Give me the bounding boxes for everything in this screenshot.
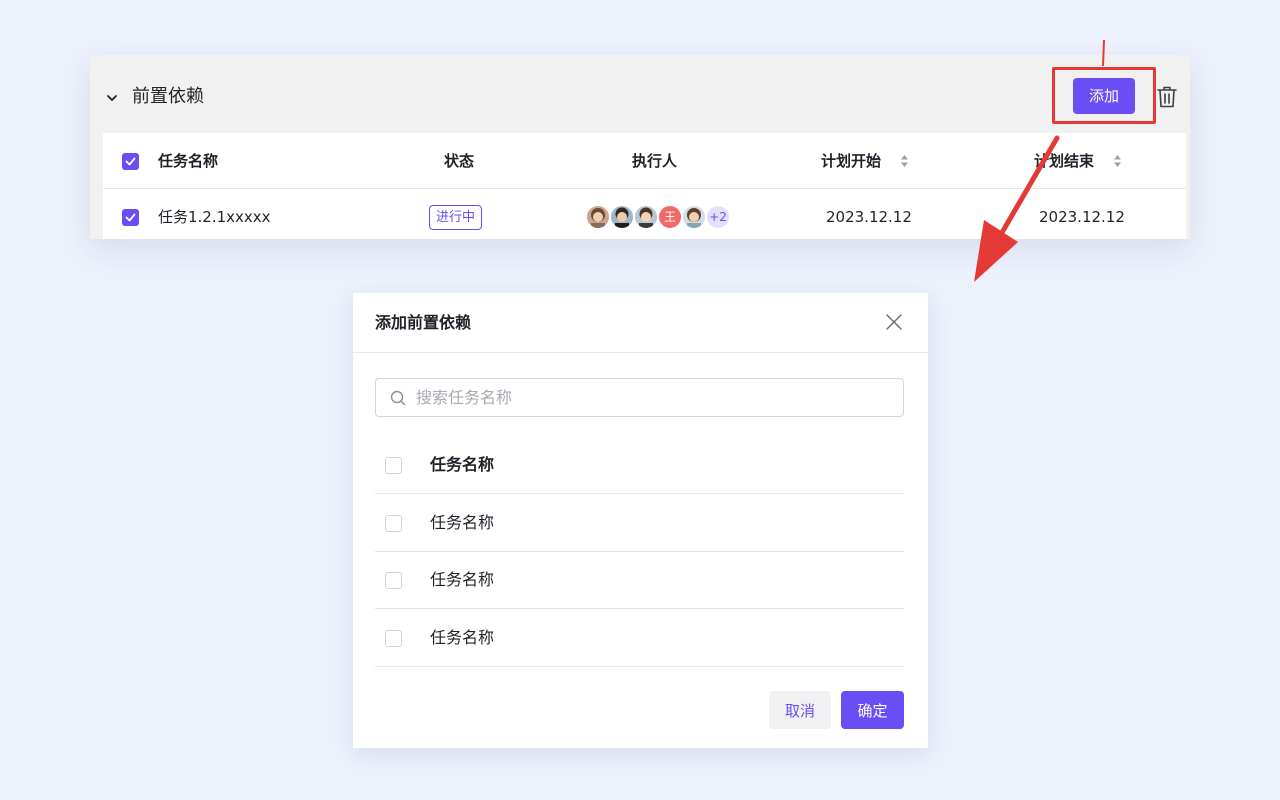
list-header: 任务名称 (375, 436, 904, 494)
task-name[interactable]: 任务1.2.1xxxxx (158, 207, 271, 227)
more-assignees-badge[interactable]: +2 (705, 204, 731, 230)
search-field[interactable] (375, 378, 904, 417)
header-task-name: 任务名称 (158, 152, 219, 170)
select-all-checkbox[interactable] (122, 153, 139, 170)
sort-icon[interactable] (900, 154, 909, 168)
header-status: 状态 (444, 152, 475, 170)
list-item-label: 任务名称 (430, 513, 495, 532)
search-input[interactable] (416, 384, 886, 411)
item-checkbox[interactable] (385, 630, 402, 647)
stage: 前置依赖 添加 任务名称 状态 执行人 计划开始 计划结束 任务1.2.1xxx… (0, 0, 1280, 800)
item-checkbox[interactable] (385, 515, 402, 532)
status-badge: 进行中 (429, 205, 483, 230)
annotation-arrow-icon (974, 40, 1105, 282)
select-all-checkbox[interactable] (385, 457, 402, 474)
section-title: 前置依赖 (132, 86, 204, 107)
avatar[interactable] (633, 204, 659, 230)
avatar[interactable] (585, 204, 611, 230)
chevron-down-icon[interactable] (105, 91, 119, 105)
header-assignee: 执行人 (632, 152, 678, 170)
list-item[interactable]: 任务名称 (375, 609, 904, 667)
list-item-label: 任务名称 (430, 628, 495, 647)
list-item-label: 任务名称 (430, 570, 495, 589)
confirm-button[interactable]: 确定 (841, 691, 904, 729)
assignee-avatars[interactable]: 王 +2 (585, 204, 735, 232)
trash-icon[interactable] (1156, 85, 1178, 109)
search-icon (390, 390, 406, 406)
cancel-button[interactable]: 取消 (769, 691, 831, 729)
dialog-header: 添加前置依赖 (353, 293, 928, 353)
list-item[interactable]: 任务名称 (375, 551, 904, 609)
plan-start-date: 2023.12.12 (826, 208, 912, 226)
header-plan-start[interactable]: 计划开始 (821, 151, 881, 171)
close-icon[interactable] (885, 313, 903, 331)
avatar[interactable] (681, 204, 707, 230)
avatar[interactable]: 王 (657, 204, 683, 230)
list-header-label: 任务名称 (430, 455, 495, 474)
dialog-title: 添加前置依赖 (375, 313, 472, 332)
item-checkbox[interactable] (385, 572, 402, 589)
add-predecessor-dialog: 添加前置依赖 任务名称 任务名称 任务名称 任务名称 (353, 293, 928, 748)
list-item[interactable]: 任务名称 (375, 494, 904, 552)
row-checkbox[interactable] (122, 209, 139, 226)
avatar[interactable] (609, 204, 635, 230)
